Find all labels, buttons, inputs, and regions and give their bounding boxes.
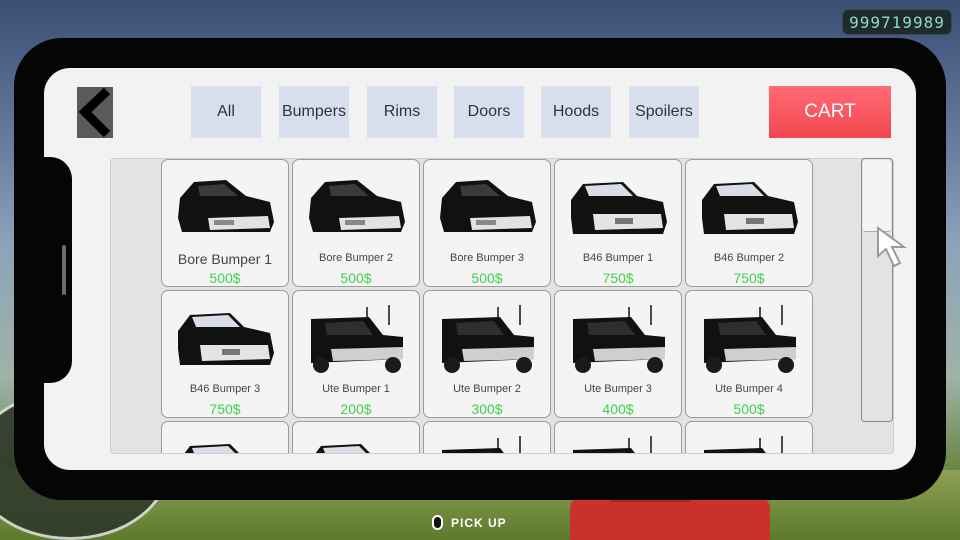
scrollbar[interactable] [861, 158, 893, 422]
part-card[interactable]: Ute Bumper 4 500$ [685, 290, 813, 418]
part-thumbnail [442, 436, 521, 453]
part-price: 500$ [340, 270, 372, 286]
part-name: Ute Bumper 4 [715, 383, 783, 395]
part-price: 300$ [471, 401, 503, 417]
red-pickup-truck [570, 488, 770, 540]
phone-speaker [62, 245, 66, 295]
part-price: 500$ [209, 270, 241, 286]
part-name: B46 Bumper 2 [713, 252, 785, 264]
item-list-panel[interactable]: Bore Bumper 1 500$ Bore Bumper 2 500$ Bore… [110, 158, 894, 454]
part-card[interactable]: Bore Bumper 1 500$ [161, 159, 289, 287]
part-card[interactable]: Ute Bumper 1 200$ [292, 290, 420, 418]
part-card-partial[interactable] [554, 421, 682, 453]
part-card[interactable]: Bore Bumper 2 500$ [292, 159, 420, 287]
money-counter: 999719989 [842, 9, 952, 35]
part-price: 750$ [733, 270, 765, 286]
part-name: Bore Bumper 3 [450, 252, 524, 264]
part-card[interactable]: B46 Bumper 2 750$ [685, 159, 813, 287]
part-price: 200$ [340, 401, 372, 417]
back-button[interactable] [77, 87, 113, 138]
part-thumbnail [442, 305, 534, 373]
part-price: 400$ [602, 401, 634, 417]
part-thumbnail [178, 313, 274, 365]
mouse-icon [432, 515, 443, 530]
pickup-prompt: PICK UP [432, 515, 507, 530]
part-name: Ute Bumper 3 [584, 383, 652, 395]
shop-screen: All Bumpers Rims Doors Hoods Spoilers CA… [44, 68, 916, 470]
part-card-partial[interactable] [161, 421, 289, 453]
mouse-pointer-icon [877, 226, 908, 268]
part-thumbnail [309, 180, 405, 232]
part-card-partial[interactable] [423, 421, 551, 453]
phone-frame: All Bumpers Rims Doors Hoods Spoilers CA… [14, 38, 946, 500]
part-card[interactable]: B46 Bumper 1 750$ [554, 159, 682, 287]
chevron-left-icon [77, 87, 113, 138]
part-name: Bore Bumper 2 [319, 252, 393, 264]
part-price: 500$ [471, 270, 503, 286]
pickup-label: PICK UP [451, 515, 507, 530]
part-thumbnail [702, 182, 798, 234]
part-thumbnail [573, 305, 665, 373]
part-thumbnail [704, 436, 783, 453]
tab-doors[interactable]: Doors [454, 86, 524, 138]
part-thumbnail [571, 182, 667, 234]
part-thumbnail [573, 436, 652, 453]
item-grid: Bore Bumper 1 500$ Bore Bumper 2 500$ Bore… [161, 159, 813, 453]
part-card-partial[interactable] [292, 421, 420, 453]
part-thumbnail [178, 180, 274, 232]
part-name: Ute Bumper 1 [322, 383, 390, 395]
part-card[interactable]: Ute Bumper 2 300$ [423, 290, 551, 418]
part-thumbnail [704, 305, 796, 373]
part-name: Bore Bumper 1 [177, 251, 273, 267]
tab-hoods[interactable]: Hoods [541, 86, 611, 138]
part-card-partial[interactable] [685, 421, 813, 453]
tab-all[interactable]: All [191, 86, 261, 138]
part-thumbnail [315, 444, 370, 453]
part-name: Ute Bumper 2 [453, 383, 521, 395]
part-thumbnail [311, 305, 403, 373]
tab-spoilers[interactable]: Spoilers [629, 86, 699, 138]
part-price: 500$ [733, 401, 765, 417]
scrollbar-thumb[interactable] [863, 160, 891, 232]
part-thumbnail [184, 444, 239, 453]
part-price: 750$ [602, 270, 634, 286]
part-card[interactable]: Bore Bumper 3 500$ [423, 159, 551, 287]
tab-bumpers[interactable]: Bumpers [279, 86, 349, 138]
cart-button[interactable]: CART [769, 86, 891, 138]
part-card[interactable]: Ute Bumper 3 400$ [554, 290, 682, 418]
part-name: B46 Bumper 3 [189, 383, 261, 395]
part-card[interactable]: B46 Bumper 3 750$ [161, 290, 289, 418]
part-thumbnail [440, 180, 536, 232]
part-price: 750$ [209, 401, 241, 417]
tab-rims[interactable]: Rims [367, 86, 437, 138]
part-name: B46 Bumper 1 [582, 252, 654, 264]
